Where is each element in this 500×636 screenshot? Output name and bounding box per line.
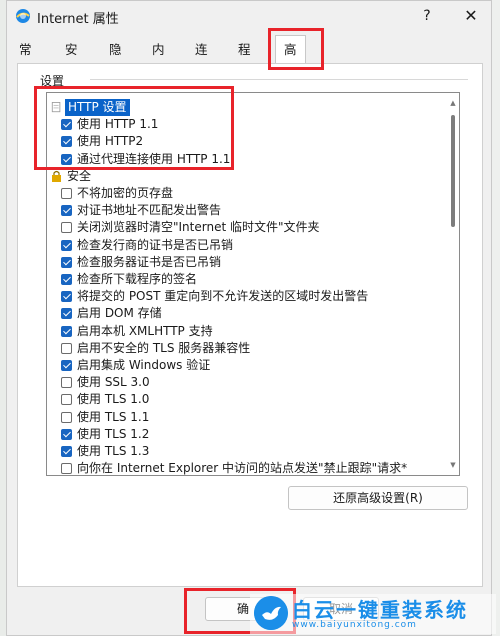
- settings-option-label: 检查服务器证书是否已吊销: [77, 254, 222, 269]
- settings-option-label: 使用 TLS 1.1: [77, 409, 150, 424]
- highlight-box-http-settings: [34, 86, 234, 170]
- settings-option-label: 使用 TLS 1.0: [77, 392, 150, 407]
- watermark: 白云一键重装系统 www.baiyunxitong.com: [250, 594, 496, 634]
- bird-logo-icon: [254, 596, 288, 630]
- checkbox[interactable]: [61, 291, 72, 303]
- highlight-box-advanced-tab: [268, 28, 324, 70]
- settings-option-label: 使用 SSL 3.0: [77, 375, 150, 390]
- scroll-thumb[interactable]: [451, 115, 455, 227]
- restore-advanced-settings-button[interactable]: 还原高级设置(R): [288, 486, 468, 510]
- checkbox[interactable]: [61, 446, 72, 457]
- checkbox[interactable]: [61, 308, 72, 320]
- settings-option-label: 向你在 Internet Explorer 中访问的站点发送"禁止跟踪"请求*: [77, 461, 408, 476]
- settings-option-label: 检查发行商的证书是否已吊销: [77, 237, 234, 252]
- group-divider: [90, 79, 468, 80]
- checkbox[interactable]: [61, 463, 72, 475]
- checkbox[interactable]: [61, 394, 72, 406]
- tab-security[interactable]: 安全: [63, 39, 80, 79]
- tab-privacy[interactable]: 隐私: [107, 39, 124, 79]
- checkbox[interactable]: [61, 342, 72, 354]
- checkbox[interactable]: [61, 222, 72, 234]
- tab-connections[interactable]: 连接: [193, 39, 210, 79]
- tab-general[interactable]: 常规: [17, 39, 34, 79]
- settings-option-label: 启用不安全的 TLS 服务器兼容性: [77, 340, 251, 355]
- scroll-down-icon[interactable]: ▼: [449, 461, 457, 469]
- checkbox[interactable]: [61, 377, 72, 389]
- settings-option-label: 安全: [67, 168, 92, 183]
- checkbox[interactable]: [61, 325, 72, 337]
- settings-option-label: 启用集成 Windows 验证: [77, 358, 211, 372]
- close-button[interactable]: ✕: [459, 5, 483, 27]
- watermark-title: 白云一键重装系统: [292, 598, 468, 622]
- settings-option-label: 不将加密的页存盘: [77, 186, 174, 200]
- vertical-scrollbar[interactable]: ▲ ▼: [449, 99, 457, 469]
- tab-content[interactable]: 内容: [150, 39, 167, 79]
- checkbox[interactable]: [61, 428, 72, 440]
- settings-option-label: 关闭浏览器时清空"Internet 临时文件"文件夹: [77, 220, 320, 235]
- settings-option-label: 对证书地址不匹配发出警告: [77, 203, 222, 218]
- checkbox[interactable]: [61, 205, 72, 217]
- checkbox[interactable]: [61, 256, 72, 268]
- background-app-right: [492, 0, 500, 636]
- settings-option-label: 启用 DOM 存储: [77, 306, 162, 321]
- scroll-up-icon[interactable]: ▲: [449, 99, 457, 107]
- lock-icon: [52, 170, 61, 182]
- watermark-url: www.baiyunxitong.com: [292, 620, 417, 630]
- help-button[interactable]: ?: [415, 5, 439, 27]
- settings-option-label: 使用 TLS 1.3: [77, 444, 150, 458]
- ie-globe-icon: [16, 9, 30, 23]
- checkbox[interactable]: [61, 274, 72, 285]
- settings-option-label: 检查所下载程序的签名: [77, 272, 198, 286]
- checkbox[interactable]: [61, 188, 72, 199]
- settings-option-label: 将提交的 POST 重定向到不允许发送的区域时发出警告: [77, 289, 369, 304]
- checkbox[interactable]: [61, 360, 72, 371]
- checkbox[interactable]: [61, 411, 72, 423]
- checkbox[interactable]: [61, 239, 72, 251]
- settings-option-label: 使用 TLS 1.2: [77, 426, 150, 441]
- settings-option-label: 启用本机 XMLHTTP 支持: [77, 323, 213, 338]
- title-bar[interactable]: Internet 属性 ? ✕: [7, 1, 491, 31]
- window-title: Internet 属性: [37, 12, 119, 27]
- tab-programs[interactable]: 程序: [236, 39, 253, 79]
